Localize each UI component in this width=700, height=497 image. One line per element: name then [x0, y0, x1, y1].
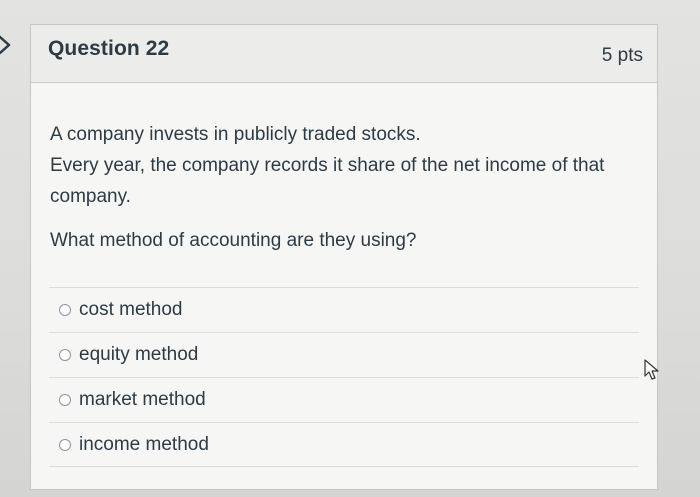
question-title: Question 22 [48, 37, 170, 60]
answer-label: market method [79, 389, 206, 410]
answer-label: cost method [79, 299, 183, 320]
mouse-cursor-icon [644, 359, 659, 380]
question-header: Question 22 5 pts [31, 25, 657, 83]
radio-button-icon[interactable] [59, 394, 71, 406]
answer-option-market-method[interactable]: market method [49, 377, 639, 422]
answer-label: equity method [79, 344, 199, 365]
radio-button-icon[interactable] [59, 304, 71, 316]
chevron-right-icon[interactable] [0, 34, 16, 56]
question-text-line: A company invests in publicly traded sto… [50, 124, 421, 145]
answer-option-income-method[interactable]: income method [49, 422, 639, 467]
radio-button-icon[interactable] [59, 349, 71, 361]
answer-option-equity-method[interactable]: equity method [49, 332, 639, 377]
question-text: A company invests in publicly traded sto… [50, 119, 640, 212]
question-text-line: Every year, the company records it share… [50, 155, 605, 207]
answer-list: cost method equity method market method … [49, 287, 639, 467]
question-prompt: What method of accounting are they using… [50, 230, 417, 251]
radio-button-icon[interactable] [59, 438, 71, 451]
answer-option-cost-method[interactable]: cost method [49, 287, 639, 332]
question-card: Question 22 5 pts A company invests in p… [30, 24, 658, 490]
question-points: 5 pts [601, 45, 643, 66]
answer-label: income method [79, 433, 209, 455]
